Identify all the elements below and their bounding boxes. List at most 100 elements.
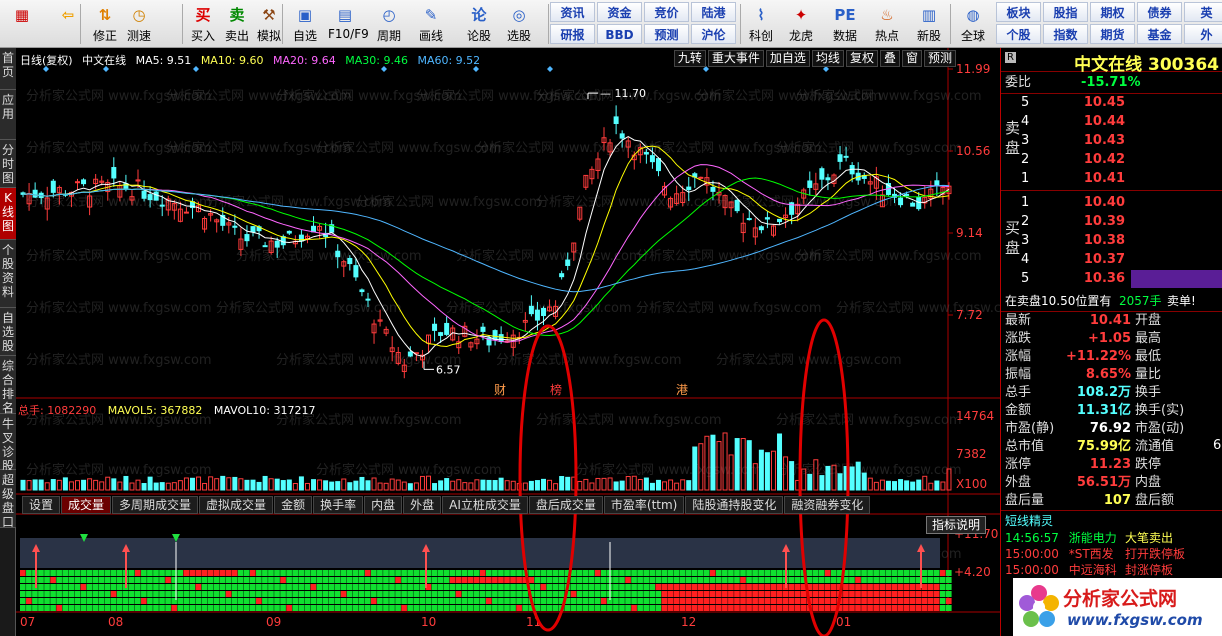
indicator-cell (26, 605, 32, 611)
sidebar-tab-4[interactable]: 个股资料 (0, 240, 16, 308)
quick-link-small_right_top-3[interactable]: 债券 (1137, 2, 1182, 22)
indicator-tab-8[interactable]: AI立桩成交量 (442, 496, 528, 514)
indicator-cell (625, 598, 631, 604)
indicator-cell (643, 605, 650, 611)
sidebar-tab-0[interactable]: 首页 (0, 48, 16, 90)
toolbar-button-4[interactable]: 买买入 (186, 2, 220, 46)
buy-level-row[interactable]: 3 10.38 (1001, 232, 1222, 250)
indicator-cell (219, 598, 226, 604)
sell-level-row[interactable]: 5 10.45 (1001, 94, 1222, 112)
chart-tool-3[interactable]: 均线 (811, 50, 844, 67)
sidebar-tab-8[interactable]: 超级盘口 (0, 470, 16, 529)
toolbar-button-6[interactable]: ⚒ 模拟 (252, 2, 286, 46)
indicator-tab-10[interactable]: 市盈率(ttm) (603, 496, 685, 514)
quick-link-small_right_top-4[interactable]: 英 (1184, 2, 1222, 22)
indicator-tab-7[interactable]: 外盘 (403, 496, 442, 514)
indicator-tab-12[interactable]: 融资融券变化 (784, 496, 871, 514)
sidebar-tab-1[interactable]: 应用 (0, 90, 16, 140)
toolbar-button-15[interactable]: PE 数据 (828, 2, 862, 46)
toolbar-button-11[interactable]: 论论股 (462, 2, 496, 46)
indicator-tab-9[interactable]: 盘后成交量 (528, 496, 603, 514)
quick-link-small_right_bottom-3[interactable]: 基金 (1137, 24, 1182, 44)
quick-link-small_top-3[interactable]: 陆港 (691, 2, 736, 22)
kline-chart[interactable]: 分析家公式网 www.fxgsw.com分析家公式网 www.fxgsw.com… (16, 48, 1000, 636)
toolbar-button-5[interactable]: 卖卖出 (220, 2, 254, 46)
toolbar-button-17[interactable]: ▥ 新股 (912, 2, 946, 46)
sidebar-tab-7[interactable]: 牛叉诊股 (0, 414, 16, 473)
quick-link-small_right_bottom-4[interactable]: 外 (1184, 24, 1222, 44)
indicator-cell (262, 598, 268, 604)
quick-link-small_right_bottom-1[interactable]: 指数 (1043, 24, 1088, 44)
indicator-tab-2[interactable]: 多周期成交量 (112, 496, 199, 514)
indicator-cell (377, 591, 383, 597)
toolbar-button-2[interactable]: ⇅ 修正 (88, 2, 122, 46)
quick-link-small_right_bottom-0[interactable]: 个股 (996, 24, 1041, 44)
quick-link-small_right_bottom-2[interactable]: 期货 (1090, 24, 1135, 44)
news-item[interactable]: 15:00:00 *ST西发 打开跌停板 (1005, 546, 1185, 562)
kline-chart-area[interactable]: 分析家公式网 www.fxgsw.com 分析家公式网 www.fxgsw.com… (16, 48, 1000, 636)
toolbar-button-3[interactable]: ◷ 测速 (122, 2, 156, 46)
quick-link-small_bottom-2[interactable]: 预测 (644, 24, 689, 44)
quick-link-small_top-0[interactable]: 资讯 (550, 2, 595, 22)
indicator-cell (479, 577, 486, 583)
indicator-cell (679, 584, 686, 590)
indicator-cell (818, 591, 825, 597)
indicator-tab-3[interactable]: 虚拟成交量 (199, 496, 274, 514)
news-item[interactable]: 14:56:57 浙能电力 大笔卖出 (1005, 530, 1173, 546)
toolbar-button-8[interactable]: ▤ F10/F9 (328, 2, 369, 46)
indicator-cell (383, 591, 389, 597)
sell-level-row[interactable]: 1 10.41 (1001, 170, 1222, 188)
news-item[interactable]: 15:00:00 中远海科 封涨停板 (1005, 562, 1173, 578)
indicator-cell (516, 570, 522, 576)
indicator-cell (407, 577, 413, 583)
chart-tool-2[interactable]: 加自选 (765, 50, 810, 67)
quick-link-small_right_top-2[interactable]: 期权 (1090, 2, 1135, 22)
toolbar-button-9[interactable]: ◴ 周期 (372, 2, 406, 46)
buy-level-row[interactable]: 2 10.39 (1001, 213, 1222, 231)
buy-level-row[interactable]: 4 10.37 (1001, 251, 1222, 269)
sell-level-row[interactable]: 2 10.42 (1001, 151, 1222, 169)
sell-level-row[interactable]: 3 10.43 (1001, 132, 1222, 150)
toolbar-button-13[interactable]: ⌇ 科创 (744, 2, 778, 46)
indicator-tab-1[interactable]: 成交量 (61, 496, 112, 514)
quick-link-small_bottom-0[interactable]: 研报 (550, 24, 595, 44)
indicator-tab-6[interactable]: 内盘 (364, 496, 403, 514)
quick-link-small_right_top-0[interactable]: 板块 (996, 2, 1041, 22)
toolbar-button-7[interactable]: ▣ 自选 (288, 2, 322, 46)
chart-tool-4[interactable]: 复权 (845, 50, 878, 67)
indicator-cell (498, 591, 504, 597)
indicator-cell (752, 584, 758, 590)
indicator-tab-5[interactable]: 换手率 (313, 496, 364, 514)
quick-link-small_top-1[interactable]: 资金 (597, 2, 642, 22)
buy-level-row[interactable]: 1 10.40 (1001, 194, 1222, 212)
sidebar-tab-5[interactable]: 自选股 (0, 308, 16, 356)
toolbar-button-10[interactable]: ✎ 画线 (414, 2, 448, 46)
chart-tool-6[interactable]: 窗 (901, 50, 922, 67)
quick-link-small_bottom-1[interactable]: BBD (597, 24, 642, 44)
chart-tool-5[interactable]: 叠 (879, 50, 900, 67)
indicator-cell (631, 605, 637, 611)
chart-tool-7[interactable]: 预测 (923, 50, 956, 67)
toolbar-button-14[interactable]: ✦ 龙虎 (784, 2, 818, 46)
toolbar-button-16[interactable]: ♨ 热点 (870, 2, 904, 46)
toolbar-button-0[interactable]: ▦ (4, 2, 40, 46)
indicator-tab-11[interactable]: 陆股通持股变化 (685, 496, 784, 514)
cycle-icon: ◴ (382, 6, 396, 24)
quick-link-small_right_top-1[interactable]: 股指 (1043, 2, 1088, 22)
chart-tool-0[interactable]: 九转 (673, 50, 706, 67)
volume-bar (129, 482, 135, 491)
indicator-tab-4[interactable]: 金额 (274, 496, 313, 514)
sidebar-tab-2[interactable]: 分时图 (0, 140, 16, 188)
toolbar-button-12[interactable]: ◎ 选股 (502, 2, 536, 46)
toolbar-button-18[interactable]: ◍ 全球 (956, 2, 990, 46)
indicator-cell (455, 570, 462, 576)
chart-tool-1[interactable]: 重大事件 (707, 50, 764, 67)
sell-level-row[interactable]: 4 10.44 (1001, 113, 1222, 131)
quick-link-small_top-2[interactable]: 竞价 (644, 2, 689, 22)
indicator-tab-0[interactable]: 设置 (22, 496, 61, 514)
quick-link-small_bottom-3[interactable]: 沪伦 (691, 24, 736, 44)
sidebar-tab-6[interactable]: 综合排名 (0, 356, 16, 415)
buy-level-row[interactable]: 5 10.36 (1001, 270, 1222, 288)
indicator-help-button[interactable]: 指标说明 (925, 516, 986, 534)
sidebar-tab-3[interactable]: K线图 (0, 188, 16, 240)
